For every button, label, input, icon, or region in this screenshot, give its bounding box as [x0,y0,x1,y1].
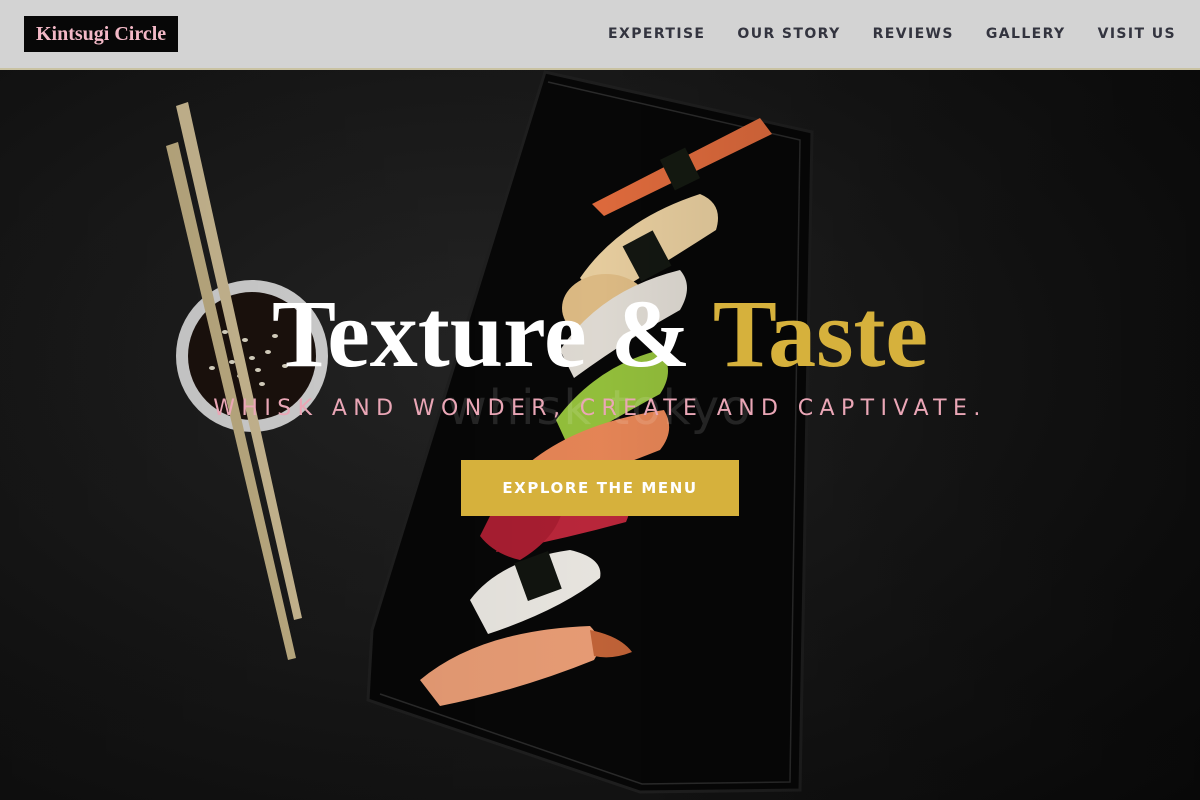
site-header: Kintsugi Circle EXPERTISE OUR STORY REVI… [0,0,1200,70]
hero-section: whisk tokyo Texture & Taste WHISK AND WO… [0,70,1200,800]
hero-title: Texture & Taste [0,284,1200,384]
nav-link-expertise[interactable]: EXPERTISE [608,26,705,42]
brand-logo[interactable]: Kintsugi Circle [24,16,179,52]
nav-link-reviews[interactable]: REVIEWS [873,26,954,42]
nav-link-visit-us[interactable]: VISIT US [1098,26,1176,42]
nav-link-gallery[interactable]: GALLERY [986,26,1066,42]
hero-title-accent: Taste [712,280,929,387]
nav-link-our-story[interactable]: OUR STORY [737,26,840,42]
main-nav: EXPERTISE OUR STORY REVIEWS GALLERY VISI… [608,0,1176,68]
hero-tagline: WHISK AND WONDER, CREATE AND CAPTIVATE. [213,396,987,421]
explore-menu-button[interactable]: EXPLORE THE MENU [461,460,739,516]
hero-title-main: Texture & [271,280,713,387]
